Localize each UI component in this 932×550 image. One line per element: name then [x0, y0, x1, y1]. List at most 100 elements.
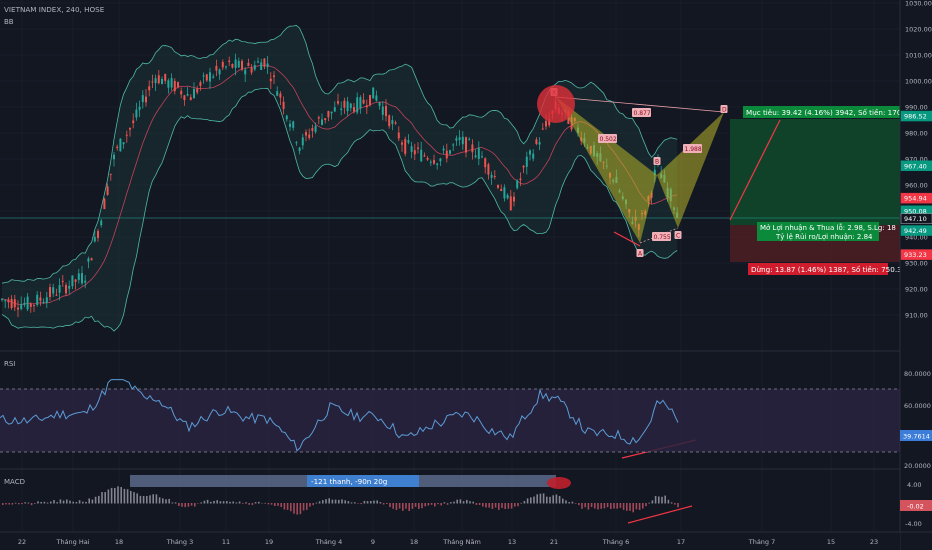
candle-body	[65, 285, 67, 294]
candle-body	[1, 298, 3, 300]
candle-body	[231, 63, 234, 68]
macd-bar	[203, 500, 206, 504]
candle-body	[151, 81, 154, 83]
macd-bar	[325, 499, 327, 504]
macd-bar	[347, 501, 350, 504]
harmonic-ratio: 0.877	[634, 110, 651, 117]
candle-body	[58, 285, 61, 293]
candle-body	[116, 146, 119, 148]
macd-bar	[261, 503, 263, 504]
candle-body	[282, 101, 285, 109]
macd-bar	[485, 503, 487, 508]
macd-bar	[587, 503, 590, 510]
macd-bar	[597, 503, 599, 510]
macd-bar	[37, 501, 39, 504]
macd-bar	[280, 503, 282, 508]
candle-body	[106, 186, 109, 195]
macd-bar	[674, 503, 676, 505]
candle-body	[228, 60, 231, 63]
candle-body	[481, 156, 483, 158]
candle-body	[461, 136, 464, 145]
macd-bar	[459, 499, 462, 504]
macd-bar	[117, 486, 119, 504]
macd-bar	[162, 498, 164, 504]
candle-body	[212, 76, 215, 78]
highlight-circle	[537, 85, 575, 123]
candle-body	[378, 102, 381, 106]
candle-body	[26, 296, 29, 310]
candle-body	[295, 142, 298, 144]
macd-bar	[78, 500, 81, 504]
rsi-value-label: 39.7614	[903, 433, 930, 441]
macd-bar	[24, 502, 26, 504]
symbol-title[interactable]: VIETNAM INDEX, 240, HOSE	[4, 5, 105, 14]
macd-bar	[110, 487, 113, 504]
macd-bar	[651, 500, 654, 504]
macd-bar	[622, 503, 625, 510]
open-pl-label: Mở Lợi nhuận & Thua lỗ: 2.98, S.Lg: 18	[760, 223, 896, 232]
price-tick: 1020.00	[905, 26, 932, 34]
macd-bar	[168, 498, 170, 504]
macd-bar	[405, 503, 407, 509]
candle-body	[538, 142, 541, 145]
stop-label: Dừng: 13.87 (1.46%) 1387, Số tiền: 750.3…	[751, 265, 907, 274]
candle-body	[522, 165, 525, 168]
macd-bar	[392, 503, 394, 509]
candle-body	[202, 75, 205, 77]
macd-bar	[274, 503, 276, 506]
target-zone[interactable]	[730, 119, 900, 225]
candle-body	[413, 150, 416, 155]
candle-body	[445, 150, 448, 159]
macd-bar	[370, 500, 372, 504]
candle-body	[196, 88, 199, 93]
macd-bar	[213, 500, 215, 504]
macd-bar	[501, 503, 503, 508]
candle-body	[525, 156, 528, 167]
macd-bar	[136, 493, 138, 504]
macd-bar	[373, 500, 375, 504]
candle-body	[215, 65, 218, 71]
time-label: 18	[115, 538, 123, 546]
target-label: Mục tiêu: 39.42 (4.16%) 3942, Số tiền: 1…	[746, 108, 918, 117]
price-badge-label: 967.40	[904, 162, 927, 170]
candle-body	[244, 69, 247, 75]
indicator-label[interactable]: BB	[4, 18, 14, 26]
candle-body	[13, 299, 16, 308]
chart-canvas[interactable]: XABCD0.5021.9880.7550.877 Mục tiêu: 39.4…	[0, 0, 932, 550]
rsi-tick-20: 20.0000	[904, 462, 931, 470]
candle-body	[42, 301, 45, 304]
macd-bar	[603, 503, 606, 509]
candle-body	[33, 304, 35, 306]
candle-body	[305, 132, 307, 136]
macd-bar	[114, 487, 116, 504]
macd-bar	[216, 500, 218, 504]
candle-body	[260, 62, 263, 70]
macd-bar	[184, 503, 186, 508]
candle-body	[343, 100, 346, 108]
macd-bar	[600, 503, 602, 509]
candle-body	[487, 164, 490, 175]
candle-body	[375, 95, 378, 101]
macd-bar	[645, 503, 647, 507]
candle-body	[193, 88, 195, 99]
macd-bar	[88, 498, 90, 504]
candle-body	[132, 120, 135, 124]
macd-bar	[222, 501, 225, 504]
candle-body	[436, 163, 439, 165]
macd-bar	[232, 501, 234, 504]
macd-bar	[363, 500, 366, 504]
macd-highlight	[547, 477, 571, 489]
macd-bar	[139, 495, 142, 504]
candle-body	[474, 155, 477, 158]
time-label: 22	[18, 538, 26, 546]
candle-body	[257, 61, 259, 63]
macd-bar	[126, 489, 129, 504]
candle-body	[138, 106, 141, 110]
candle-body	[471, 144, 474, 153]
time-label: 23	[870, 538, 878, 546]
candle-body	[369, 95, 371, 106]
harmonic-point-D: D	[722, 107, 727, 114]
candle-body	[129, 128, 131, 130]
macd-bar	[290, 503, 292, 512]
candle-body	[68, 285, 71, 289]
